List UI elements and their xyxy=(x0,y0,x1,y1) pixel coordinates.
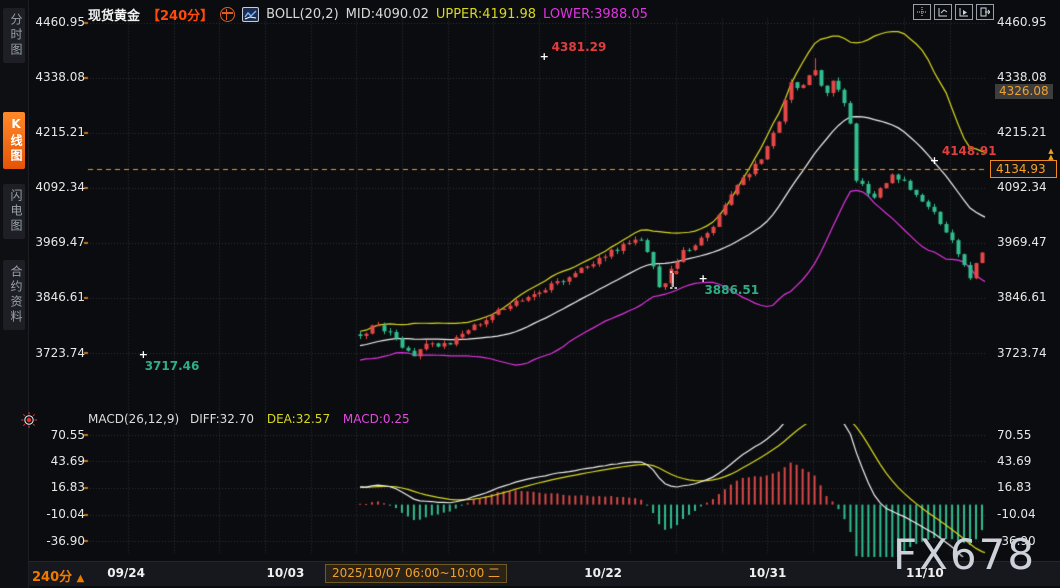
bottom-period-label[interactable]: 240分 ▲ xyxy=(32,566,84,585)
trading-app-window: 现货黄金 【240分】 BOLL(20,2) MID:4090.02 UPPER… xyxy=(0,0,1060,588)
fit-left-axis-icon[interactable] xyxy=(934,4,952,20)
macd-axis-label: 16.83 xyxy=(26,480,85,494)
tab-kline-chart[interactable]: K线图 xyxy=(3,112,25,169)
crosshair-icon[interactable] xyxy=(913,4,931,20)
y-axis-label: 4338.08 xyxy=(997,70,1057,84)
chart-header: 现货黄金 【240分】 BOLL(20,2) MID:4090.02 UPPER… xyxy=(88,2,648,26)
macd-legend: MACD(26,12,9) DIFF:32.70 DEA:32.57 MACD:… xyxy=(88,412,410,426)
boll-lower-value: LOWER:3988.05 xyxy=(543,7,648,22)
y-axis-label: 4338.08 xyxy=(26,70,85,84)
macd-axis-label: -36.90 xyxy=(26,534,85,548)
hover-date-box: 2025/10/07 06:00~10:00 二 xyxy=(325,564,507,583)
kline-chart-canvas[interactable] xyxy=(0,0,1060,588)
x-axis-label: 10/03 xyxy=(255,566,315,580)
mouse-cursor xyxy=(666,270,680,294)
price-annotation: 4381.29 xyxy=(552,40,607,54)
boll-upper-value: UPPER:4191.98 xyxy=(436,7,536,22)
y-axis-label: 3969.47 xyxy=(26,235,85,249)
indicator-name: BOLL(20,2) xyxy=(266,7,339,22)
boll-mid-value: MID:4090.02 xyxy=(346,7,429,22)
extreme-marker-icon: + xyxy=(540,52,549,62)
x-axis-label: 10/22 xyxy=(573,566,633,580)
period-up-arrow-icon: ▲ xyxy=(77,573,85,584)
price-annotation: 3886.51 xyxy=(704,283,759,297)
extreme-marker-icon: + xyxy=(930,156,939,166)
current-price-label: 4134.93 xyxy=(990,160,1057,178)
y-axis-label: 3846.61 xyxy=(26,290,85,304)
macd-params: MACD(26,12,9) xyxy=(88,412,179,426)
watermark: FX678 xyxy=(893,530,1036,579)
tab-lightning-chart[interactable]: 闪电图 xyxy=(3,184,25,239)
y-axis-label: 3723.74 xyxy=(26,346,85,360)
y-axis-label: 4460.95 xyxy=(997,15,1057,29)
period-label: 【240分】 xyxy=(147,5,213,24)
macd-axis-label: -10.04 xyxy=(997,507,1057,521)
chart-toolbar xyxy=(913,4,994,20)
y-axis-label: 4215.21 xyxy=(997,125,1057,139)
price-annotation: 4148.91 xyxy=(942,144,997,158)
macd-axis-label: 16.83 xyxy=(997,480,1057,494)
x-axis-label: 09/24 xyxy=(96,566,156,580)
y-axis-label: 3723.74 xyxy=(997,346,1057,360)
chart-logo-icon[interactable] xyxy=(242,7,259,22)
macd-hist-value: MACD:0.25 xyxy=(343,412,410,426)
price-annotation: 3717.46 xyxy=(145,359,200,373)
right-axis-highlight-label: 4326.08 xyxy=(995,84,1053,99)
tab-contract-info[interactable]: 合约资料 xyxy=(3,260,25,330)
macd-axis-label: 70.55 xyxy=(997,428,1057,442)
macd-axis-label: 70.55 xyxy=(26,428,85,442)
y-axis-label: 3969.47 xyxy=(997,235,1057,249)
y-axis-label: 4460.95 xyxy=(26,15,85,29)
y-axis-label: 4092.34 xyxy=(26,180,85,194)
x-axis-label: 10/31 xyxy=(737,566,797,580)
macd-dea-value: DEA:32.57 xyxy=(267,412,330,426)
y-axis-label: 4215.21 xyxy=(26,125,85,139)
alert-dot-icon[interactable] xyxy=(21,412,37,428)
macd-axis-label: 43.69 xyxy=(26,454,85,468)
exit-pane-icon[interactable] xyxy=(976,4,994,20)
y-axis-label: 3846.61 xyxy=(997,290,1057,304)
left-sidebar: 分时图 K线图 闪电图 合约资料 xyxy=(0,0,29,588)
macd-axis-label: 43.69 xyxy=(997,454,1057,468)
crosshair-circle-icon[interactable] xyxy=(220,7,235,22)
symbol-name: 现货黄金 xyxy=(88,5,140,24)
y-axis-label: 4092.34 xyxy=(997,180,1057,194)
price-up-marker-icon: ▲▲ xyxy=(1045,148,1057,160)
macd-axis-label: -10.04 xyxy=(26,507,85,521)
tab-time-chart[interactable]: 分时图 xyxy=(3,8,25,63)
macd-diff-value: DIFF:32.70 xyxy=(190,412,254,426)
fit-right-axis-icon[interactable] xyxy=(955,4,973,20)
